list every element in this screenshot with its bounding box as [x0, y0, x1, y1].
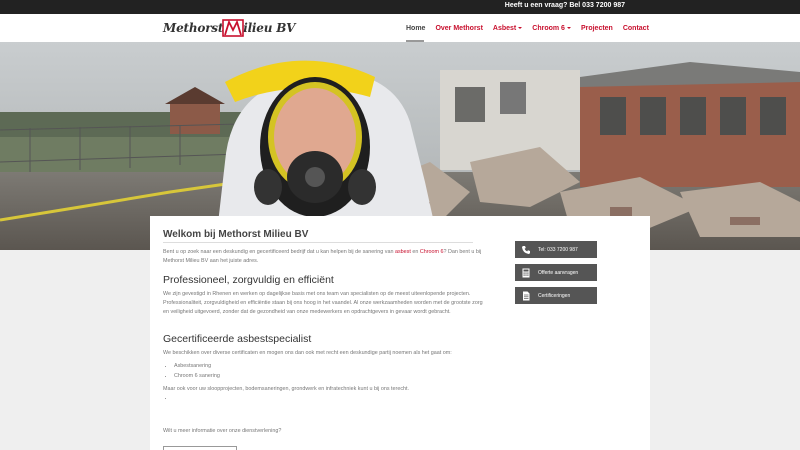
- intro-paragraph: Bent u op zoek naar een deskundig en gec…: [163, 249, 482, 264]
- phone-button[interactable]: Tel: 033 7200 987: [515, 241, 597, 258]
- topbar-contact-text[interactable]: Heeft u een vraag? Bel 033 7200 987: [505, 2, 625, 9]
- logo-m-mark: [222, 19, 245, 37]
- main-menu: Home Over Methorst Asbest Chroom 6 Proje…: [406, 14, 659, 42]
- extra-paragraph: Maar ook voor uw sloopprojecten, bodemsa…: [163, 386, 410, 392]
- logo-text-part2: ilieu BV: [243, 21, 296, 35]
- section-title-professioneel: Professioneel, zorgvuldig en efficiënt: [163, 274, 334, 286]
- nav-item-projecten[interactable]: Projecten: [581, 25, 613, 32]
- nav-item-chroom-6[interactable]: Chroom 6: [532, 25, 571, 32]
- calculator-icon: [520, 267, 532, 279]
- nav-item-contact[interactable]: Contact: [623, 25, 649, 32]
- chroom-6-link[interactable]: Chroom 6: [420, 249, 444, 255]
- phone-icon: [520, 244, 532, 256]
- empty-list: [170, 394, 174, 404]
- certificate-list: Asbestsanering Chroom 6 sanering: [170, 362, 220, 381]
- navbar: Methorst ilieu BV Home Over Methorst Asb…: [0, 14, 800, 42]
- section1-paragraph: We zijn gevestigd in Rhenen en werken op…: [163, 291, 483, 315]
- section2-paragraph: We beschikken over diverse certificaten …: [163, 350, 452, 356]
- top-bar: Heeft u een vraag? Bel 033 7200 987: [0, 0, 800, 14]
- content-panel: Welkom bij Methorst Milieu BV Bent u op …: [150, 216, 650, 450]
- list-item: Asbestsanering: [174, 362, 220, 372]
- nav-item-over-methorst[interactable]: Over Methorst: [435, 25, 482, 32]
- section-title-asbestspecialist: Gecertificeerde asbestspecialist: [163, 333, 312, 345]
- cta-question: Wilt u meer informatie over onze dienstv…: [163, 428, 282, 434]
- title-divider: [163, 242, 473, 243]
- nav-item-home[interactable]: Home: [406, 25, 425, 32]
- chevron-down-icon: [566, 26, 571, 29]
- contact-button[interactable]: [163, 446, 237, 450]
- page-title: Welkom bij Methorst Milieu BV: [163, 229, 309, 240]
- list-item: Chroom 6 sanering: [174, 372, 220, 382]
- document-icon: [520, 290, 532, 302]
- chevron-down-icon: [518, 26, 523, 29]
- nav-item-asbest[interactable]: Asbest: [493, 25, 523, 32]
- quote-request-button[interactable]: Offerte aanvragen: [515, 264, 597, 281]
- logo-text-part1: Methorst: [163, 21, 224, 35]
- asbest-link[interactable]: asbest: [395, 249, 411, 255]
- logo[interactable]: Methorst ilieu BV: [163, 14, 295, 42]
- certifications-button[interactable]: Certificeringen: [515, 287, 597, 304]
